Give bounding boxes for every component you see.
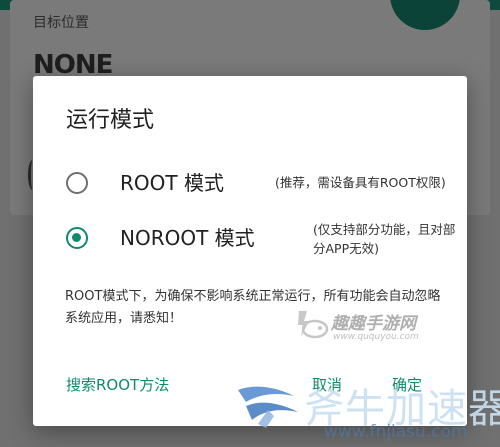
gamepad-logo-icon [298,311,329,339]
fnjiasu-watermark: 斧牛加速器 www.fnjiasu.com [232,374,500,447]
quqi-watermark-name: 趣趣手游网 [331,314,416,334]
search-root-method-button[interactable]: 搜索ROOT方法 [66,374,169,395]
dialog-title: 运行模式 [66,108,155,133]
quqi-watermark: 趣趣手游网 www.ququyou.com [293,307,443,357]
option-root-label: ROOT 模式 [120,171,224,195]
quqi-watermark-url: www.ququyou.com [333,332,419,342]
radio-checked-icon[interactable] [66,227,88,249]
target-position-label: 目标位置 [33,15,89,31]
option-noroot-mode[interactable]: NOROOT 模式 (仅支持部分功能，且对部分APP无效) [63,219,455,269]
radio-unchecked-icon[interactable] [66,172,88,194]
option-noroot-label: NOROOT 模式 [120,226,255,250]
option-noroot-hint: (仅支持部分功能，且对部分APP无效) [313,222,456,256]
option-root-mode[interactable]: ROOT 模式 (推荐，需设备具有ROOT权限) [63,164,453,214]
fnjiasu-watermark-url: www.fnjiasu.com [324,422,468,442]
speed-swoosh-logo-icon [238,386,298,428]
option-root-hint: (推荐，需设备具有ROOT权限) [275,175,446,190]
